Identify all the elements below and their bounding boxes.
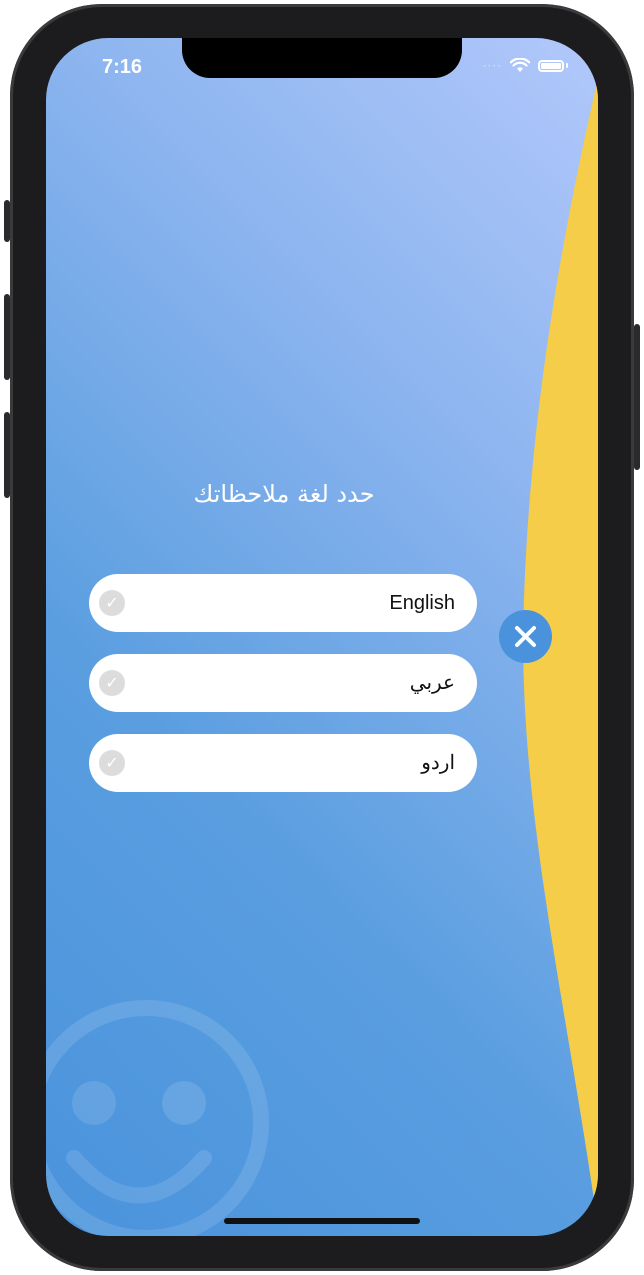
checkmark-icon: ✓ <box>99 670 125 696</box>
checkmark-icon: ✓ <box>99 750 125 776</box>
app-screen: 7:16 ···· حدد لغة ملاحظاتك ✓ English ✓ ع… <box>46 38 598 1236</box>
language-label: English <box>389 592 455 614</box>
volume-down-button <box>4 412 10 498</box>
language-label: اردو <box>421 752 455 774</box>
close-icon <box>515 626 536 647</box>
signal-icon: ···· <box>482 58 502 73</box>
mute-switch <box>4 200 10 242</box>
status-time: 7:16 <box>102 56 143 78</box>
checkmark-icon: ✓ <box>99 590 125 616</box>
language-option-english[interactable]: ✓ English <box>89 574 477 632</box>
close-button[interactable] <box>499 610 552 663</box>
status-icons: ···· <box>483 58 568 73</box>
smiley-icon <box>46 1000 269 1236</box>
language-option-arabic[interactable]: ✓ عربي <box>89 654 477 712</box>
notch <box>182 38 462 78</box>
language-option-urdu[interactable]: ✓ اردو <box>89 734 477 792</box>
language-label: عربي <box>409 672 455 694</box>
battery-tip <box>566 63 568 68</box>
page-title: حدد لغة ملاحظاتك <box>193 480 375 508</box>
volume-up-button <box>4 294 10 380</box>
home-indicator[interactable] <box>224 1218 420 1224</box>
wifi-icon <box>510 58 530 72</box>
power-button <box>634 324 640 470</box>
battery-icon <box>538 59 564 72</box>
